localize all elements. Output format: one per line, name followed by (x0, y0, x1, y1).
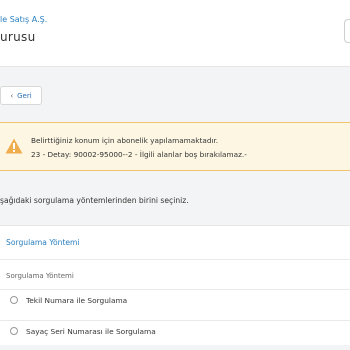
radio-option-label: Sayaç Seri Numarası ile Sorgulama (26, 326, 156, 336)
radio-button[interactable] (10, 327, 18, 335)
field-label: Sorgulama Yöntemi (6, 272, 74, 280)
instruction-text: şağıdaki sorgulama yöntemlerinden birini… (0, 196, 189, 205)
page-header: le Satış A.Ş. urusu (0, 0, 350, 67)
card-title: Sorgulama Yöntemi (6, 238, 80, 247)
back-button-label: Geri (17, 91, 32, 100)
query-method-card: Sorgulama Yöntemi Sorgulama Yöntemi Teki… (0, 225, 350, 345)
company-name: le Satış A.Ş. (0, 15, 48, 24)
warning-alert: Belirttiğiniz konum için abonelik yapıla… (0, 122, 350, 171)
chevron-left-icon: ‹ (10, 91, 14, 100)
alert-message: Belirttiğiniz konum için abonelik yapıla… (31, 136, 219, 145)
header-control-button[interactable] (344, 19, 350, 43)
radio-button[interactable] (10, 296, 18, 304)
alert-detail: 23 - Detay: 90002-95000--2 - İlgili alan… (31, 150, 247, 159)
back-button[interactable]: ‹ Geri (0, 86, 42, 105)
page-title: urusu (0, 30, 36, 44)
divider (0, 259, 350, 260)
warning-triangle-icon (5, 138, 23, 154)
radio-option-meter-serial[interactable]: Sayaç Seri Numarası ile Sorgulama (0, 320, 350, 341)
radio-option-single-number[interactable]: Tekil Numara ile Sorgulama (0, 289, 350, 310)
radio-option-label: Tekil Numara ile Sorgulama (26, 295, 128, 305)
